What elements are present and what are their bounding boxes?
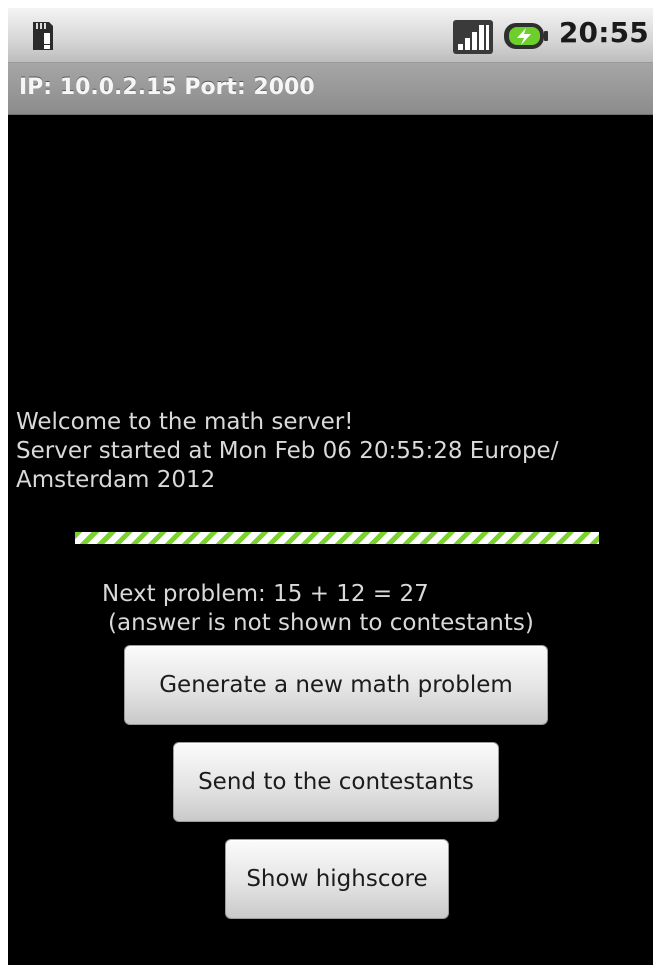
status-bar: 20:55 <box>8 8 653 63</box>
server-started-line: Server started at Mon Feb 06 20:55:28 Eu… <box>16 438 559 464</box>
title-bar: IP: 10.0.2.15 Port: 2000 <box>8 63 653 115</box>
welcome-line: Welcome to the math server! <box>16 409 354 435</box>
page-title: IP: 10.0.2.15 Port: 2000 <box>19 75 315 100</box>
problem-display: Next problem: 15 + 12 = 27 (answer is no… <box>102 580 534 638</box>
next-problem-text: Next problem: 15 + 12 = 27 <box>102 581 429 607</box>
sd-card-warning-icon <box>33 22 53 50</box>
show-highscore-button[interactable]: Show highscore <box>225 839 449 919</box>
send-to-contestants-button[interactable]: Send to the contestants <box>173 742 499 822</box>
answer-note: (answer is not shown to contestants) <box>108 610 534 636</box>
battery-charging-icon <box>504 23 548 49</box>
progress-bar <box>75 532 599 544</box>
welcome-message: Welcome to the math server! Server start… <box>16 408 646 495</box>
status-time: 20:55 <box>558 16 649 49</box>
generate-problem-button[interactable]: Generate a new math problem <box>124 645 548 725</box>
progress-fill <box>75 532 599 544</box>
signal-icon <box>453 20 493 54</box>
app-screen: 20:55 IP: 10.0.2.15 Port: 2000 Welcome t… <box>8 8 653 965</box>
server-started-line-continued: Amsterdam 2012 <box>16 467 216 493</box>
